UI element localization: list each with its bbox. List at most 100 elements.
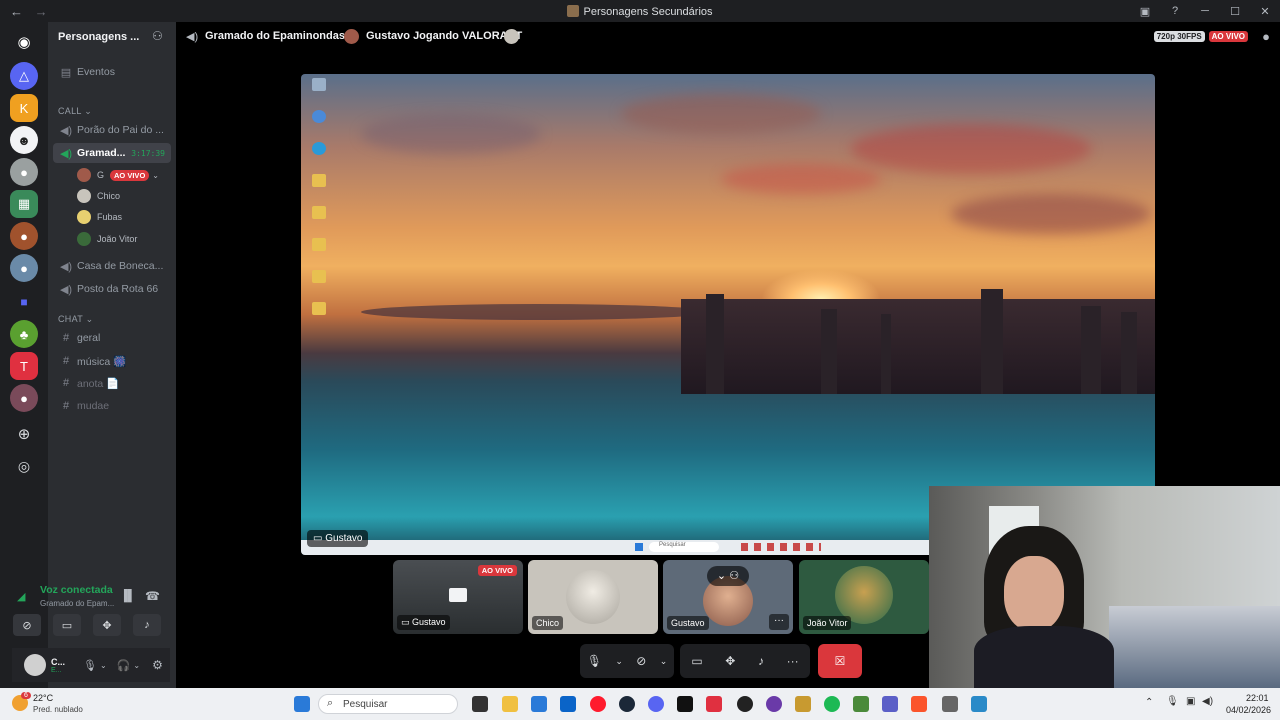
add-server-icon[interactable]: ⊕ — [10, 420, 38, 448]
user-avatar[interactable] — [24, 654, 46, 676]
discover-icon[interactable]: ◎ — [10, 452, 38, 480]
folder-icon[interactable] — [312, 238, 326, 251]
server-name[interactable]: Personagens ... — [58, 31, 139, 43]
camera-off-button[interactable]: ⊘ — [13, 614, 41, 636]
file-explorer-icon[interactable] — [502, 696, 518, 712]
chat-icon[interactable]: ● — [1262, 29, 1270, 44]
text-channel-anota[interactable]: # anota 📄 — [53, 373, 171, 393]
discord-icon[interactable] — [648, 696, 664, 712]
app-icon[interactable] — [942, 696, 958, 712]
disconnect-icon[interactable]: ☎ — [145, 589, 160, 603]
outlook-icon[interactable] — [560, 696, 576, 712]
app-icon[interactable] — [737, 696, 753, 712]
maximize-button[interactable]: ☐ — [1220, 5, 1250, 18]
chevron-down-icon[interactable]: ⌄ — [152, 171, 159, 180]
text-channel-musica[interactable]: # música 🎆 — [53, 351, 171, 371]
server-icon-8[interactable]: ♣ — [10, 320, 38, 348]
events-item[interactable]: ▤ Eventos — [53, 62, 171, 82]
user-name[interactable]: C... — [51, 657, 77, 667]
brave-icon[interactable] — [911, 696, 927, 712]
chevron-down-icon[interactable]: ⌄ — [133, 661, 140, 670]
voice-channel-4[interactable]: ◀) Posto da Rota 66 — [53, 279, 171, 299]
camera-off-icon[interactable]: ⊘ — [636, 654, 646, 668]
teams-icon[interactable] — [882, 696, 898, 712]
activities-button[interactable]: ✥ — [93, 614, 121, 636]
soundboard-icon[interactable]: ▐▌ — [120, 590, 136, 602]
chevron-down-icon[interactable]: ⌄ — [660, 656, 668, 667]
chrome-icon[interactable] — [312, 110, 326, 123]
clock-time[interactable]: 22:01 — [1246, 693, 1269, 703]
chevron-down-icon[interactable]: ⌄ — [100, 661, 107, 670]
server-icon-5[interactable]: ▦ — [10, 190, 38, 218]
soundboard-button[interactable]: ♪ — [133, 614, 161, 636]
voice-channel-1[interactable]: ◀) Porão do Pai do ... — [53, 120, 171, 140]
participant-tile-stream[interactable]: AO VIVO ▭ Gustavo — [393, 560, 523, 634]
text-channel-mudae[interactable]: # mudae — [53, 396, 171, 416]
participant-tile-chico[interactable]: Chico — [528, 560, 658, 634]
stream-view[interactable]: Pesquisar ▭ Gustavo — [301, 74, 1155, 555]
edge-icon[interactable] — [312, 142, 326, 155]
app-icon[interactable] — [795, 696, 811, 712]
server-icon-10[interactable]: ● — [10, 384, 38, 412]
member-g[interactable]: G AO VIVO ⌄ — [77, 166, 159, 184]
text-channel-geral[interactable]: # geral — [53, 328, 171, 348]
headphones-icon[interactable]: 🎧 — [117, 659, 131, 672]
add-member-icon[interactable]: ⚇ — [152, 29, 163, 43]
member-fubas[interactable]: Fubas — [77, 208, 122, 226]
app-icon[interactable] — [766, 696, 782, 712]
folder-icon[interactable] — [312, 174, 326, 187]
voice-channel-3[interactable]: ◀) Casa de Boneca... — [53, 256, 171, 276]
forward-button[interactable]: → — [35, 4, 48, 19]
soundboard-icon[interactable]: ♪ — [758, 654, 764, 668]
microphone-icon[interactable]: 🎙 — [83, 659, 97, 672]
participant-tile-gustavo[interactable]: ⌄ ⚇ Gustavo ··· — [663, 560, 793, 634]
discord-home-icon[interactable]: ◉ — [10, 28, 38, 56]
task-view-icon[interactable] — [472, 696, 488, 712]
voice-channel-name[interactable]: Gramado do Epam... — [14, 599, 114, 608]
server-icon-2[interactable]: K — [10, 94, 38, 122]
opera-icon[interactable] — [590, 696, 606, 712]
close-button[interactable]: ✕ — [1250, 5, 1280, 18]
chevron-down-icon[interactable]: ⌄ — [615, 656, 623, 667]
tiktok-icon[interactable] — [677, 696, 693, 712]
tile-menu-icon[interactable]: ⌄ ⚇ — [707, 566, 749, 586]
category-chat[interactable]: CHAT ⌄ — [58, 314, 94, 325]
participant-tile-joao-vitor[interactable]: João Vitor — [799, 560, 929, 634]
server-icon-9[interactable]: T — [10, 352, 38, 380]
voice-status[interactable]: Voz conectada — [14, 584, 113, 596]
microphone-icon[interactable]: 🎙 — [587, 654, 602, 668]
server-icon-3[interactable]: ☻ — [10, 126, 38, 154]
server-icon-6[interactable]: ● — [10, 222, 38, 250]
folder-icon[interactable]: ■ — [10, 288, 38, 316]
activities-icon[interactable]: ✥ — [725, 654, 735, 668]
minecraft-icon[interactable] — [853, 696, 869, 712]
member-joao-vitor[interactable]: João Vitor — [77, 230, 137, 248]
spotify-icon[interactable] — [824, 696, 840, 712]
steam-icon[interactable] — [619, 696, 635, 712]
leave-call-button[interactable]: ☒ — [818, 644, 862, 678]
server-icon-4[interactable]: ● — [10, 158, 38, 186]
network-icon[interactable]: ▣ — [1186, 696, 1195, 707]
back-button[interactable]: ← — [10, 4, 23, 19]
help-icon[interactable]: ? — [1160, 5, 1190, 17]
store-icon[interactable] — [531, 696, 547, 712]
search-box[interactable]: ⌕ Pesquisar — [318, 694, 458, 714]
category-call[interactable]: CALL ⌄ — [58, 106, 92, 117]
gear-icon[interactable]: ⚙ — [152, 658, 163, 672]
clock-date[interactable]: 04/02/2026 — [1226, 705, 1271, 715]
voice-channel-2[interactable]: ◀) Gramad... 3:17:39 — [53, 143, 171, 163]
screen-share-icon[interactable]: ▭ — [691, 654, 702, 668]
volume-icon[interactable]: ◀) — [1202, 696, 1213, 707]
start-icon[interactable] — [294, 696, 310, 712]
folder-icon[interactable] — [312, 302, 326, 315]
recycle-bin-icon[interactable] — [312, 78, 326, 91]
minimize-button[interactable]: ─ — [1190, 5, 1220, 17]
more-icon[interactable]: ··· — [787, 654, 799, 668]
app-icon[interactable] — [971, 696, 987, 712]
server-icon-1[interactable]: △ — [10, 62, 38, 90]
screen-share-button[interactable]: ▭ — [53, 614, 81, 636]
folder-icon[interactable] — [312, 206, 326, 219]
chevron-up-icon[interactable]: ⌃ — [1145, 697, 1153, 708]
member-chico[interactable]: Chico — [77, 187, 120, 205]
microphone-icon[interactable]: 🎙 — [1166, 696, 1179, 707]
